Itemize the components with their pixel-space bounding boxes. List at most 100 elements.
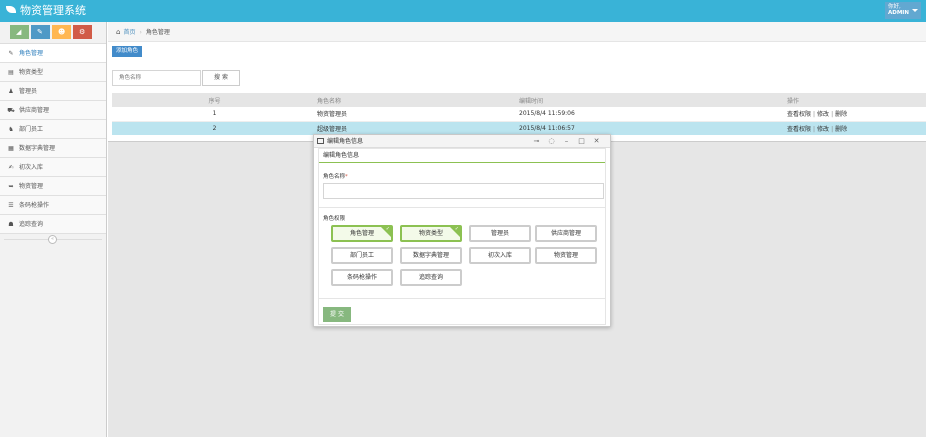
permission-toggle[interactable]: 物资管理 — [535, 247, 597, 264]
edit-link[interactable]: 修改 — [817, 126, 829, 133]
column-header-time: 编辑时间 — [519, 93, 787, 107]
sidebar-item-label: 物资管理 — [19, 183, 44, 190]
edit-role-dialog: 编辑角色信息 ⊸ ◌ – □ ✕ 编辑角色信息 角色名称* 角色权限 角色管理 ✓ 物资类型… — [313, 134, 611, 327]
chart-icon: ◢ — [16, 28, 22, 36]
home-icon[interactable]: ⌂ — [116, 28, 120, 36]
minimize-icon[interactable]: – — [559, 135, 574, 148]
permission-toggle[interactable]: 管理员 — [469, 225, 531, 242]
search-button[interactable]: 搜 索 — [202, 70, 240, 86]
menu-icon: ♟ — [8, 88, 14, 95]
cell-no: 1 — [112, 107, 317, 122]
role-name-label: 角色名称* — [323, 172, 348, 180]
sidebar-item-label: 初次入库 — [19, 164, 44, 171]
sidebar-item[interactable]: ♞ 部门员工 — [0, 120, 106, 139]
shortcut-chart-button[interactable]: ◢ — [10, 25, 29, 39]
role-name-search-input[interactable] — [112, 70, 201, 86]
menu-icon: ➥ — [8, 183, 14, 190]
form-title: 编辑角色信息 — [319, 149, 605, 163]
sidebar-item[interactable]: ⛟ 供应商管理 — [0, 101, 106, 120]
dialog-titlebar[interactable]: 编辑角色信息 ⊸ ◌ – □ ✕ — [314, 135, 610, 148]
delete-link[interactable]: 删除 — [835, 126, 847, 133]
breadcrumb-home-link[interactable]: 首页 — [123, 29, 135, 36]
close-icon[interactable]: ✕ — [589, 135, 604, 148]
view-permissions-link[interactable]: 查看权限 — [787, 111, 811, 118]
view-permissions-link[interactable]: 查看权限 — [787, 126, 811, 133]
permission-label: 管理员 — [490, 230, 509, 237]
sidebar-item-label: 供应商管理 — [19, 107, 50, 114]
cell-name: 物资管理员 — [317, 107, 519, 122]
cell-time: 2015/8/4 11:59:06 — [519, 107, 787, 122]
breadcrumb: ⌂ 首页 › 角色管理 — [108, 22, 926, 42]
permission-label: 物资类型 — [418, 230, 443, 237]
window-icon — [317, 138, 324, 144]
refresh-icon[interactable]: ◌ — [544, 135, 559, 148]
permission-label: 初次入库 — [487, 252, 512, 259]
menu-icon: ▦ — [8, 145, 14, 152]
pin-icon[interactable]: ⊸ — [529, 135, 544, 148]
menu-icon: ▤ — [8, 69, 14, 76]
collapse-icon[interactable]: « — [48, 235, 57, 244]
permission-toggle[interactable]: 供应商管理 — [535, 225, 597, 242]
cogs-icon: ⚙ — [79, 28, 86, 36]
sidebar-menu: ✎ 角色管理 ▤ 物资类型 ♟ 管理员 ⛟ 供应商管理 ♞ 部门员工 ▦ 数据字典管理 ✍ 初次入库 ➥ 物资… — [0, 44, 106, 234]
sidebar-item[interactable]: ▦ 数据字典管理 — [0, 139, 106, 158]
permission-toggle[interactable]: 物资类型 ✓ — [400, 225, 462, 242]
column-header-name: 角色名称 — [317, 93, 519, 107]
form-divider — [319, 298, 605, 299]
sidebar-item-label: 角色管理 — [19, 50, 44, 57]
action-separator: | — [831, 111, 834, 119]
cell-name: 超级管理员 — [317, 121, 519, 135]
permission-toggle[interactable]: 角色管理 ✓ — [331, 225, 393, 242]
dialog-tools: ⊸ ◌ – □ ✕ — [529, 135, 604, 148]
sidebar-item[interactable]: ☗ 追踪查询 — [0, 215, 106, 234]
sidebar-item-label: 管理员 — [19, 88, 38, 95]
shortcut-cogs-button[interactable]: ⚙ — [73, 25, 92, 39]
action-separator: | — [831, 125, 834, 133]
sidebar-collapse-bar: « — [0, 234, 106, 244]
role-permissions-label: 角色权限 — [323, 216, 346, 222]
permission-toggle[interactable]: 部门员工 — [331, 247, 393, 264]
sidebar-item[interactable]: ✍ 初次入库 — [0, 158, 106, 177]
users-icon: ☻ — [58, 28, 66, 36]
dialog-body: 编辑角色信息 角色名称* 角色权限 角色管理 ✓ 物资类型 ✓ 管理员 供应商管理部门员工… — [318, 148, 606, 325]
permission-label: 追踪查询 — [418, 274, 443, 281]
permission-toggle[interactable]: 追踪查询 — [400, 269, 462, 286]
table-row[interactable]: 1 物资管理员 2015/8/4 11:59:06 查看权限 | 修改 | 删除 — [112, 107, 926, 122]
submit-button[interactable]: 提 交 — [323, 307, 351, 322]
permission-toggle[interactable]: 初次入库 — [469, 247, 531, 264]
permission-label: 数据字典管理 — [412, 252, 449, 259]
user-menu[interactable]: 你好, ADMIN — [885, 2, 921, 19]
caret-down-icon — [912, 9, 918, 12]
sidebar-item[interactable]: ✎ 角色管理 — [0, 44, 106, 63]
menu-icon: ☗ — [8, 221, 14, 228]
sidebar-item-label: 物资类型 — [19, 69, 44, 76]
menu-icon: ✍ — [8, 164, 14, 171]
required-mark: * — [345, 174, 348, 180]
breadcrumb-separator: › — [139, 29, 142, 36]
cell-actions: 查看权限 | 修改 | 删除 — [787, 107, 926, 122]
roles-table: 序号 角色名称 编辑时间 操作 1 物资管理员 2015/8/4 11:59:0… — [112, 93, 926, 135]
sidebar-item[interactable]: ➥ 物资管理 — [0, 177, 106, 196]
delete-link[interactable]: 删除 — [835, 111, 847, 118]
permission-toggle[interactable]: 条码枪操作 — [331, 269, 393, 286]
sidebar-item[interactable]: ▤ 物资类型 — [0, 63, 106, 82]
breadcrumb-current: 角色管理 — [145, 29, 170, 36]
sidebar-item[interactable]: ♟ 管理员 — [0, 82, 106, 101]
edit-link[interactable]: 修改 — [817, 111, 829, 118]
shortcut-pencil-button[interactable]: ✎ — [31, 25, 50, 39]
maximize-icon[interactable]: □ — [574, 135, 589, 148]
dialog-title: 编辑角色信息 — [327, 138, 364, 145]
cell-time: 2015/8/4 11:06:57 — [519, 121, 787, 135]
check-icon: ✓ — [454, 226, 459, 232]
add-role-button[interactable]: 添加角色 — [112, 46, 143, 57]
shortcut-users-button[interactable]: ☻ — [52, 25, 71, 39]
table-row[interactable]: 2 超级管理员 2015/8/4 11:06:57 查看权限 | 修改 | 删除 — [112, 121, 926, 135]
sidebar-item[interactable]: ☰ 条码枪操作 — [0, 196, 106, 215]
column-header-actions: 操作 — [787, 93, 926, 107]
permission-toggle[interactable]: 数据字典管理 — [400, 247, 462, 264]
permission-label: 条码枪操作 — [346, 274, 377, 281]
role-name-input[interactable] — [323, 183, 604, 199]
app-brand[interactable]: 物资管理系统 — [6, 4, 86, 18]
sidebar-item-label: 条码枪操作 — [19, 202, 50, 209]
sidebar-item-label: 追踪查询 — [19, 221, 44, 228]
